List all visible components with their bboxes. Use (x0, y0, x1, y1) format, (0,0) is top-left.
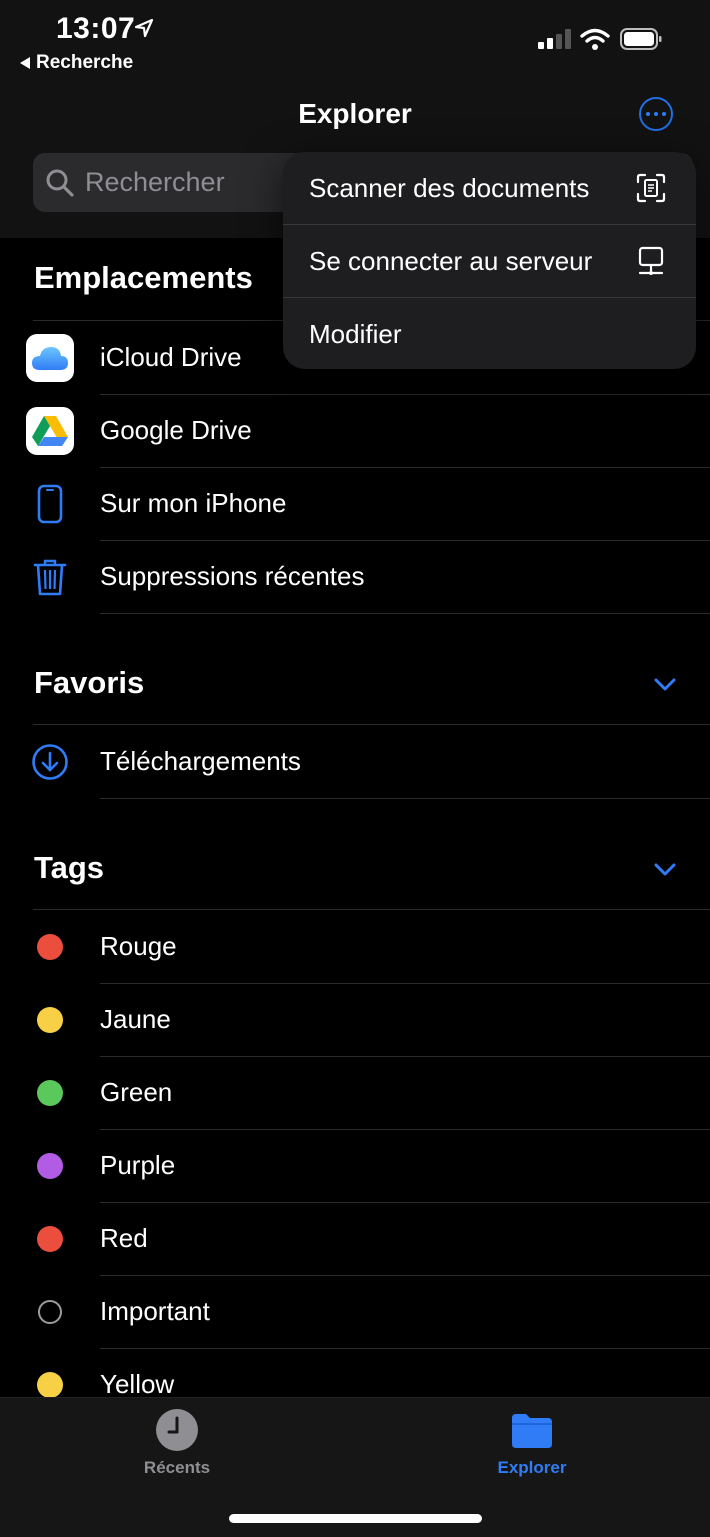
tag-color-dot-icon (37, 1006, 63, 1033)
scan-document-icon (636, 173, 666, 203)
clock-icon (156, 1409, 198, 1451)
chevron-down-icon[interactable] (654, 678, 676, 692)
tag-color-dot-icon (37, 933, 63, 960)
menu-item-connect-server[interactable]: Se connecter au serveur (283, 225, 696, 298)
tag-item[interactable]: Purple (0, 1129, 710, 1203)
tag-color-dot-icon (37, 1152, 63, 1179)
back-to-search-link[interactable]: Recherche (20, 52, 133, 74)
more-options-menu: Scanner des documents Se connecter au se… (283, 152, 696, 369)
tag-item[interactable]: Jaune (0, 983, 710, 1057)
back-label: Recherche (36, 52, 134, 73)
location-item-google-drive[interactable]: Google Drive (0, 394, 710, 468)
server-icon (638, 246, 664, 275)
tab-recents[interactable]: Récents (107, 1408, 247, 1478)
tag-label: Jaune (100, 983, 710, 1057)
tag-label: Purple (100, 1129, 710, 1203)
google-drive-icon (26, 406, 74, 455)
location-label: Google Drive (100, 394, 710, 468)
chevron-down-icon[interactable] (654, 863, 676, 877)
search-input[interactable] (83, 166, 317, 199)
tab-explorer[interactable]: Explorer (462, 1408, 602, 1478)
folder-icon (512, 1414, 552, 1448)
home-indicator[interactable] (229, 1514, 482, 1523)
tag-item[interactable]: Important (0, 1275, 710, 1349)
tab-label: Explorer (497, 1458, 567, 1477)
cellular-signal-icon (538, 29, 571, 49)
search-icon (46, 169, 74, 197)
more-options-button[interactable] (639, 97, 673, 131)
tab-label: Récents (143, 1458, 211, 1477)
menu-item-scan-documents[interactable]: Scanner des documents (283, 152, 696, 225)
tag-item[interactable]: Rouge (0, 910, 710, 984)
wifi-icon (580, 28, 610, 50)
page-title: Explorer (298, 98, 412, 129)
tag-label: Green (100, 1056, 710, 1130)
tag-color-dot-icon (37, 1079, 63, 1106)
favorite-label: Téléchargements (100, 725, 710, 799)
status-time: 13:07 (56, 12, 136, 45)
tag-label: Rouge (100, 910, 710, 984)
menu-item-label: Modifier (309, 318, 402, 349)
iphone-icon (37, 484, 63, 523)
section-title-tags: Tags (34, 850, 105, 885)
tag-label: Red (100, 1202, 710, 1276)
tag-empty-circle-icon (38, 1299, 62, 1324)
tag-color-dot-icon (37, 1371, 63, 1398)
tag-item[interactable]: Green (0, 1056, 710, 1130)
back-triangle-icon (20, 57, 30, 69)
location-item-on-iphone[interactable]: Sur mon iPhone (0, 467, 710, 541)
tag-item[interactable]: Red (0, 1202, 710, 1276)
location-label: Sur mon iPhone (100, 467, 710, 541)
location-arrow-icon (134, 18, 154, 38)
battery-icon (620, 28, 662, 50)
section-title-favorites: Favoris (34, 665, 145, 700)
icloud-icon (26, 333, 74, 382)
section-title-locations: Emplacements (34, 260, 253, 295)
tag-color-dot-icon (37, 1225, 63, 1252)
location-item-recently-deleted[interactable]: Suppressions récentes (0, 540, 710, 614)
location-label: Suppressions récentes (100, 540, 710, 614)
download-icon (32, 743, 68, 780)
menu-item-edit[interactable]: Modifier (283, 298, 696, 369)
menu-item-label: Se connecter au serveur (309, 245, 593, 276)
trash-icon (33, 559, 67, 595)
menu-item-label: Scanner des documents (309, 172, 590, 203)
favorite-item-downloads[interactable]: Téléchargements (0, 725, 710, 799)
tag-label: Important (100, 1275, 710, 1349)
